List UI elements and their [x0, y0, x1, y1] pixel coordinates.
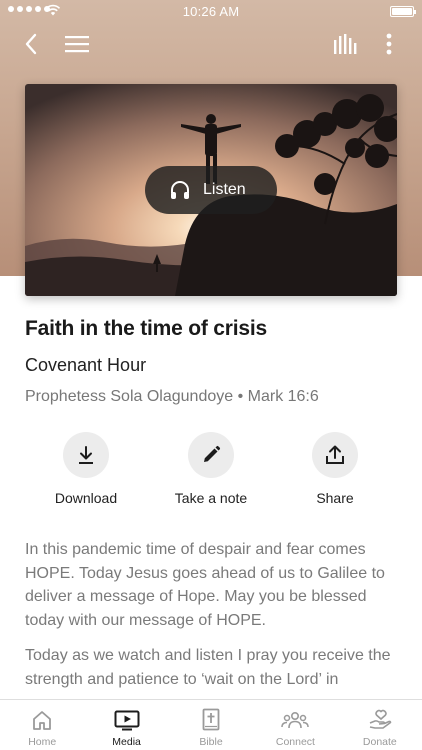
- tab-label: Donate: [362, 736, 397, 748]
- tab-bible[interactable]: Bible: [169, 700, 253, 750]
- bible-cross-icon: [202, 708, 220, 731]
- download-circle: [63, 432, 109, 478]
- tab-label: Connect: [275, 736, 315, 748]
- status-time: 10:26 AM: [182, 4, 240, 19]
- bottom-tab-bar: Home Media Bible Connect Donate: [0, 699, 422, 750]
- top-navigation-bar: [0, 28, 422, 60]
- tab-media[interactable]: Media: [84, 700, 168, 750]
- audio-player-button[interactable]: [329, 28, 361, 60]
- sermon-speaker-scripture: Prophetess Sola Olagundoye • Mark 16:6: [25, 388, 319, 405]
- listen-label: Listen: [203, 181, 246, 198]
- tv-play-icon: [114, 710, 140, 731]
- chevron-left-icon: [25, 33, 37, 55]
- download-label: Download: [54, 490, 118, 506]
- vertical-ellipsis-icon: [386, 33, 392, 55]
- sermon-title: Faith in the time of crisis: [25, 317, 267, 340]
- take-note-circle: [188, 432, 234, 478]
- sermon-series: Covenant Hour: [25, 355, 147, 375]
- sermon-description: In this pandemic time of despair and fea…: [25, 538, 397, 703]
- listen-button[interactable]: Listen: [145, 166, 277, 214]
- hamburger-menu-icon: [65, 36, 89, 53]
- share-button[interactable]: Share: [275, 432, 395, 506]
- sermon-detail-screen: 10:26 AM Listen Faith in the time of cri…: [0, 0, 422, 750]
- description-paragraph: In this pandemic time of despair and fea…: [25, 541, 385, 629]
- hand-heart-icon: [369, 709, 392, 729]
- take-note-button[interactable]: Take a note: [151, 432, 271, 506]
- menu-button[interactable]: [61, 28, 93, 60]
- tab-label: Home: [28, 736, 57, 748]
- tab-donate[interactable]: Donate: [338, 700, 422, 750]
- download-button[interactable]: Download: [26, 432, 146, 506]
- description-paragraph: Today as we watch and listen I pray you …: [25, 647, 391, 688]
- share-upload-icon: [326, 445, 344, 464]
- tab-home[interactable]: Home: [0, 700, 84, 750]
- tab-connect[interactable]: Connect: [253, 700, 337, 750]
- pencil-icon: [204, 445, 221, 462]
- equalizer-bars-icon: [334, 34, 357, 54]
- battery-icon: [390, 6, 416, 17]
- headphones-icon: [171, 181, 189, 199]
- tab-label: Media: [112, 736, 141, 748]
- status-bar: 10:26 AM: [0, 0, 422, 22]
- download-icon: [79, 446, 93, 464]
- home-icon: [33, 711, 52, 730]
- people-group-icon: [281, 711, 310, 729]
- action-row: Download Take a note Share: [0, 432, 422, 512]
- tab-label: Bible: [199, 736, 223, 748]
- take-note-label: Take a note: [174, 490, 248, 506]
- share-label: Share: [316, 490, 354, 506]
- share-circle: [312, 432, 358, 478]
- more-options-button[interactable]: [373, 28, 405, 60]
- back-button[interactable]: [15, 28, 47, 60]
